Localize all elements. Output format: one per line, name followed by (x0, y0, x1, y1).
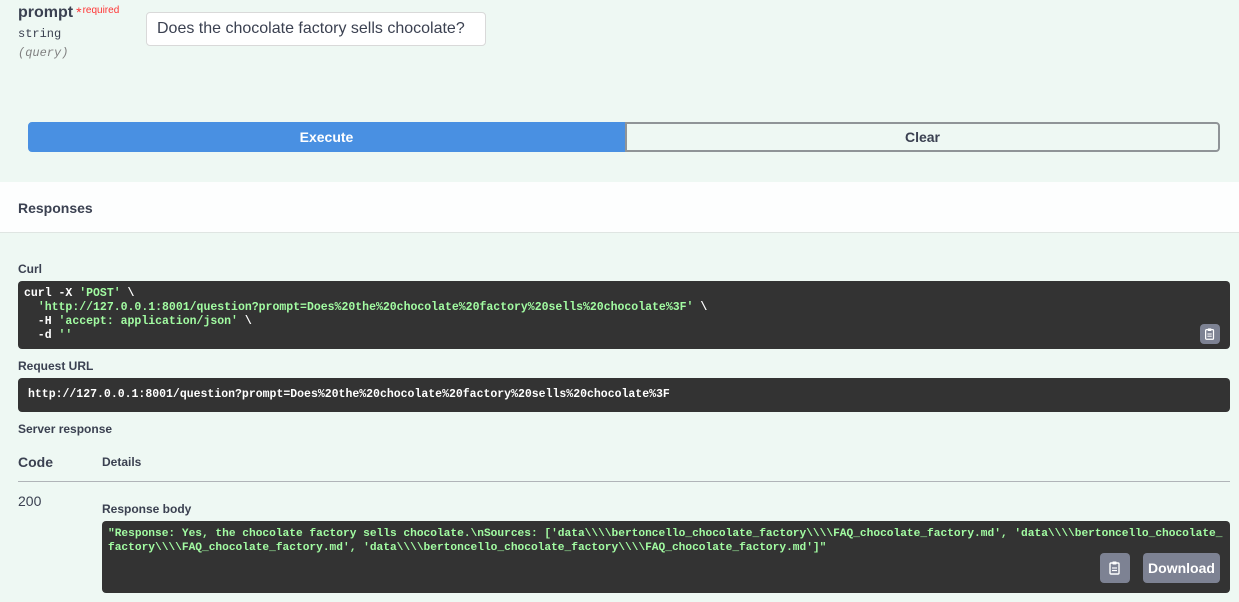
server-response-label: Server response (18, 422, 113, 436)
request-url-block[interactable]: http://127.0.0.1:8001/question?prompt=Do… (18, 378, 1230, 412)
curl-data: '' (58, 329, 73, 342)
responses-title: Responses (18, 200, 93, 216)
required-star: * (76, 4, 82, 20)
param-type: string (18, 27, 62, 41)
curl-header: 'accept: application/json' (58, 315, 238, 328)
clear-button[interactable]: Clear (625, 122, 1220, 152)
curl-line3-pre: -H (24, 315, 59, 328)
curl-method: 'POST' (79, 287, 121, 300)
responses-header: Responses (0, 182, 1239, 233)
param-location: (query) (18, 46, 69, 60)
curl-line2-pre (24, 301, 38, 314)
curl-line1-end: \ (120, 287, 135, 300)
copy-response-button[interactable] (1100, 553, 1130, 583)
execute-button[interactable]: Execute (28, 122, 625, 152)
required-label: required (82, 5, 120, 16)
clipboard-copy-icon (1205, 328, 1215, 340)
param-name-row: prompt *required (18, 4, 119, 22)
curl-line2-end: \ (693, 301, 708, 314)
table-divider (18, 481, 1230, 482)
download-button[interactable]: Download (1143, 553, 1220, 583)
curl-label: Curl (18, 262, 42, 276)
details-column-header: Details (102, 455, 142, 469)
response-body[interactable]: "Response: Yes, the chocolate factory se… (102, 521, 1230, 593)
curl-code-block[interactable]: curl -X 'POST' \ 'http://127.0.0.1:8001/… (18, 281, 1230, 349)
curl-url: 'http://127.0.0.1:8001/question?prompt=D… (37, 301, 694, 314)
param-name: prompt (18, 4, 74, 21)
curl-cmd: curl -X (24, 287, 80, 300)
request-url-label: Request URL (18, 359, 94, 373)
param-prompt-label: prompt *required string (query) (18, 4, 119, 60)
curl-line4-pre: -d (24, 329, 59, 342)
prompt-input[interactable] (146, 12, 486, 46)
curl-line3-end: \ (237, 315, 252, 328)
response-body-label: Response body (102, 502, 192, 516)
execute-controls: Execute Clear (28, 122, 1220, 152)
status-code: 200 (18, 493, 42, 509)
clipboard-copy-icon (1109, 561, 1120, 575)
code-column-header: Code (18, 454, 53, 470)
copy-curl-button[interactable] (1200, 324, 1220, 344)
